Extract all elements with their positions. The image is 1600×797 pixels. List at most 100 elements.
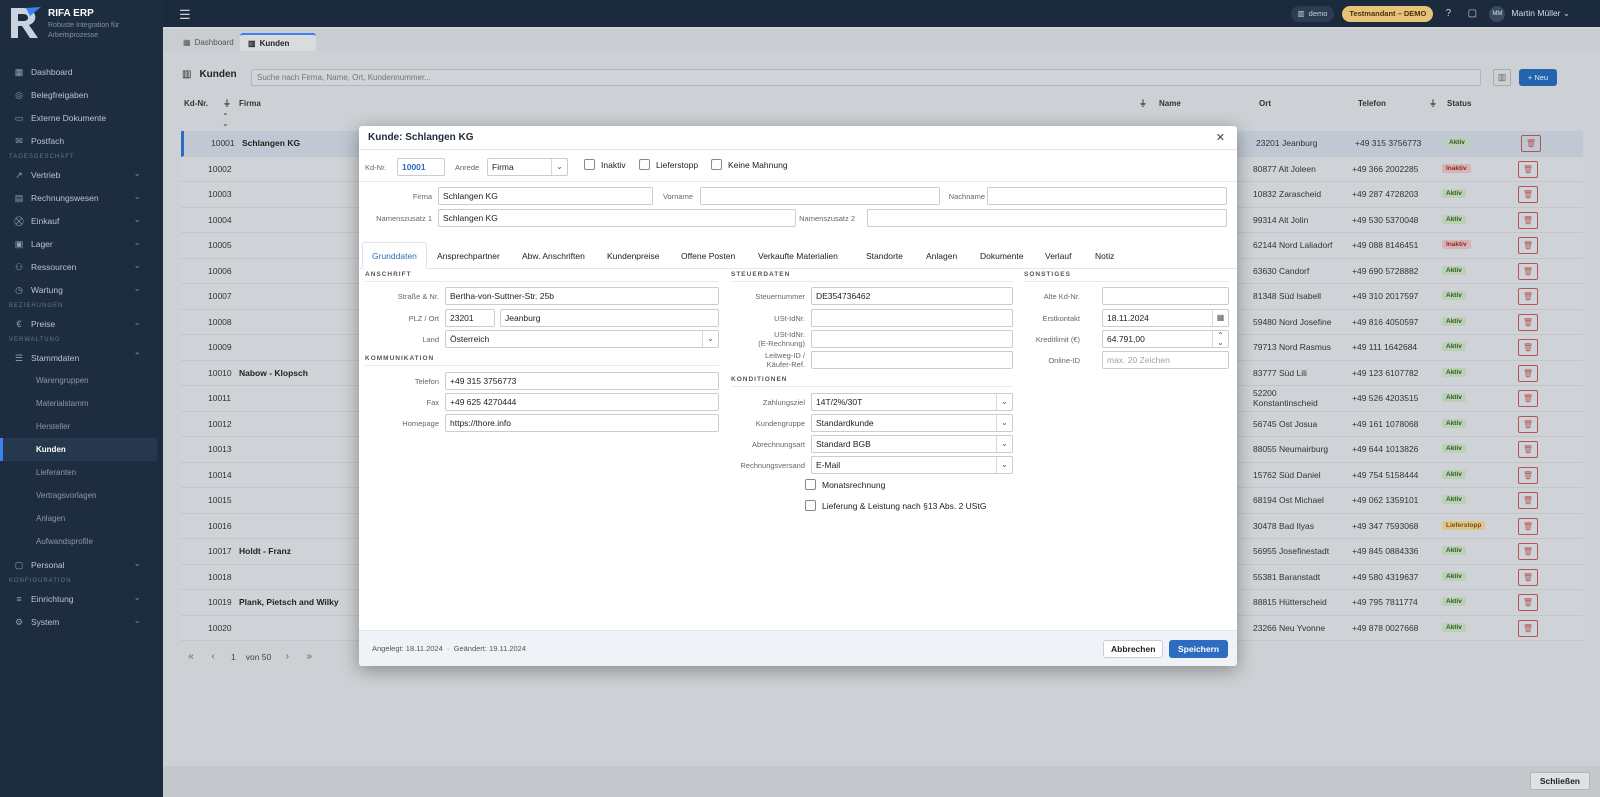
nav-personal[interactable]: ▢ Personal ⌄ <box>0 553 163 576</box>
tenant-badge[interactable]: ▥ demo <box>1290 5 1335 22</box>
col-kd[interactable]: Kd-Nr. <box>184 99 208 108</box>
col-status[interactable]: Status <box>1447 99 1471 108</box>
nav-belegfreigaben[interactable]: ◎ Belegfreigaben <box>0 83 163 106</box>
save-button[interactable]: Speichern <box>1169 640 1229 658</box>
user-name[interactable]: Martin Müller ⌄ <box>1511 8 1570 19</box>
telefon-field[interactable]: +49 315 3756773 <box>445 372 719 390</box>
filter-icon[interactable]: ⏚ <box>1139 98 1147 109</box>
sort-icon[interactable]: ⌃ ⌄ <box>222 113 229 128</box>
nav-aufwandsprofile[interactable]: Aufwandsprofile <box>0 530 163 553</box>
nav-ressourcen[interactable]: ⚇ Ressourcen ⌄ <box>0 255 163 278</box>
tab-notiz[interactable]: Notiz <box>1086 242 1123 269</box>
trash-icon[interactable]: 🗑 <box>1518 160 1538 178</box>
tab-dashboard[interactable]: ▦ Dashboard <box>175 33 242 51</box>
nav-rechnungswesen[interactable]: ▤ Rechnungswesen ⌄ <box>0 186 163 209</box>
nav-lager[interactable]: ▣ Lager ⌄ <box>0 232 163 255</box>
tab-dokumente[interactable]: Dokumente <box>971 242 1032 269</box>
nav-wartung[interactable]: ◷ Wartung ⌄ <box>0 278 163 301</box>
tab-standorte[interactable]: Standorte <box>857 242 912 269</box>
alte-kd-field[interactable] <box>1102 287 1229 305</box>
tab-kundenpreise[interactable]: Kundenpreise <box>598 242 668 269</box>
nav-dashboard[interactable]: ▦ Dashboard <box>0 60 163 83</box>
trash-icon[interactable]: 🗑 <box>1518 339 1538 356</box>
trash-icon[interactable]: 🗑 <box>1521 135 1541 152</box>
calendar-icon[interactable]: ▦ <box>1212 310 1228 326</box>
nav-einkauf[interactable]: ⛒ Einkauf ⌄ <box>0 209 163 232</box>
col-firma[interactable]: Firma <box>239 99 261 108</box>
nav-lieferanten[interactable]: Lieferanten <box>0 461 163 484</box>
trash-icon[interactable]: 🗑 <box>1518 262 1538 280</box>
columns-button[interactable]: ▥ <box>1493 69 1511 86</box>
inaktiv-checkbox[interactable]: Inaktiv <box>584 159 626 170</box>
page-number[interactable]: 1 <box>231 652 236 662</box>
homepage-field[interactable]: https://thore.info <box>445 414 719 432</box>
col-ort[interactable]: Ort <box>1259 99 1271 108</box>
zahlungsziel-select[interactable]: 14T/2%/30T ⌄ <box>811 393 1013 411</box>
stepper-icon[interactable]: ⌃ ⌄ <box>1212 331 1228 347</box>
trash-icon[interactable]: 🗑 <box>1518 492 1538 509</box>
nav-einrichtung[interactable]: ≡ Einrichtung ⌄ <box>0 587 163 610</box>
message-icon[interactable]: ▢ <box>1465 8 1479 19</box>
nav-anlagen[interactable]: Anlagen <box>0 507 163 530</box>
namenszusatz2-field[interactable] <box>867 209 1227 227</box>
trash-icon[interactable]: 🗑 <box>1518 619 1538 637</box>
cancel-button[interactable]: Abbrechen <box>1103 640 1164 658</box>
tab-verlauf[interactable]: Verlauf <box>1036 242 1080 269</box>
trash-icon[interactable]: 🗑 <box>1518 517 1538 535</box>
col-name[interactable]: Name <box>1159 99 1181 108</box>
search-input[interactable] <box>251 69 1481 86</box>
trash-icon[interactable]: 🗑 <box>1518 441 1538 458</box>
strasse-field[interactable]: Bertha-von-Suttner-Str. 25b <box>445 287 719 305</box>
ort-field[interactable]: Jeanburg <box>500 309 719 327</box>
avatar[interactable]: MM <box>1489 5 1506 22</box>
nav-preise[interactable]: € Preise ⌄ <box>0 312 163 335</box>
trash-icon[interactable]: 🗑 <box>1518 568 1538 586</box>
trash-icon[interactable]: 🗑 <box>1518 594 1538 611</box>
kundengruppe-select[interactable]: Standardkunde ⌄ <box>811 414 1013 432</box>
nav-vertrieb[interactable]: ↗ Vertrieb ⌄ <box>0 163 163 186</box>
tab-kunden[interactable]: ▥ Kunden <box>240 33 316 51</box>
abrechnungsart-select[interactable]: Standard BGB ⌄ <box>811 435 1013 453</box>
tab-verkaufte-materialien[interactable]: Verkaufte Materialien <box>749 242 847 269</box>
tab-ansprechpartner[interactable]: Ansprechpartner <box>428 242 509 269</box>
nav-postfach[interactable]: ✉ Postfach <box>0 129 163 152</box>
erstkontakt-field[interactable]: 18.11.2024 ▦ <box>1102 309 1229 327</box>
nav-hersteller[interactable]: Hersteller <box>0 415 163 438</box>
help-icon[interactable]: ? <box>1441 8 1455 19</box>
first-page-icon[interactable]: « <box>183 651 199 662</box>
close-icon[interactable]: ✕ <box>1216 131 1225 144</box>
lieferung-13b-checkbox[interactable]: Lieferung & Leistung nach §13 Abs. 2 USt… <box>805 500 986 511</box>
trash-icon[interactable]: 🗑 <box>1518 415 1538 433</box>
col-telefon[interactable]: Telefon <box>1358 99 1386 108</box>
tab-grunddaten[interactable]: Grunddaten <box>362 242 427 269</box>
trash-icon[interactable]: 🗑 <box>1518 211 1538 229</box>
anrede-select[interactable]: Firma ⌄ <box>487 158 568 176</box>
trash-icon[interactable]: 🗑 <box>1518 390 1538 407</box>
close-button[interactable]: Schließen <box>1529 772 1590 790</box>
keine-mahnung-checkbox[interactable]: Keine Mahnung <box>711 159 788 170</box>
nav-stammdaten[interactable]: ☰ Stammdaten ⌃ <box>0 346 163 369</box>
trash-icon[interactable]: 🗑 <box>1518 186 1538 203</box>
lieferstopp-checkbox[interactable]: Lieferstopp <box>639 159 698 170</box>
firma-field[interactable]: Schlangen KG <box>438 187 653 205</box>
leitweg-field[interactable] <box>811 351 1013 369</box>
nav-system[interactable]: ⚙ System ⌄ <box>0 610 163 633</box>
next-page-icon[interactable]: › <box>279 651 295 662</box>
trash-icon[interactable]: 🗑 <box>1518 237 1538 254</box>
mandant-badge[interactable]: Testmandant – DEMO <box>1342 5 1434 22</box>
vorname-field[interactable] <box>700 187 940 205</box>
ustid-field[interactable] <box>811 309 1013 327</box>
namenszusatz1-field[interactable]: Schlangen KG <box>438 209 796 227</box>
nav-warengruppen[interactable]: Warengruppen <box>0 369 163 392</box>
last-page-icon[interactable]: » <box>301 651 317 662</box>
prev-page-icon[interactable]: ‹ <box>205 651 221 662</box>
trash-icon[interactable]: 🗑 <box>1518 466 1538 484</box>
monatsrechnung-checkbox[interactable]: Monatsrechnung <box>805 479 885 490</box>
online-id-field[interactable]: max. 20 Zeichen <box>1102 351 1229 369</box>
tab-anlagen[interactable]: Anlagen <box>917 242 966 269</box>
kd-field[interactable]: 10001 <box>397 158 445 176</box>
nav-materialstamm[interactable]: Materialstamm <box>0 392 163 415</box>
nav-kunden[interactable]: Kunden <box>0 438 157 461</box>
rechnungsversand-select[interactable]: E-Mail ⌄ <box>811 456 1013 474</box>
land-select[interactable]: Österreich ⌄ <box>445 330 719 348</box>
